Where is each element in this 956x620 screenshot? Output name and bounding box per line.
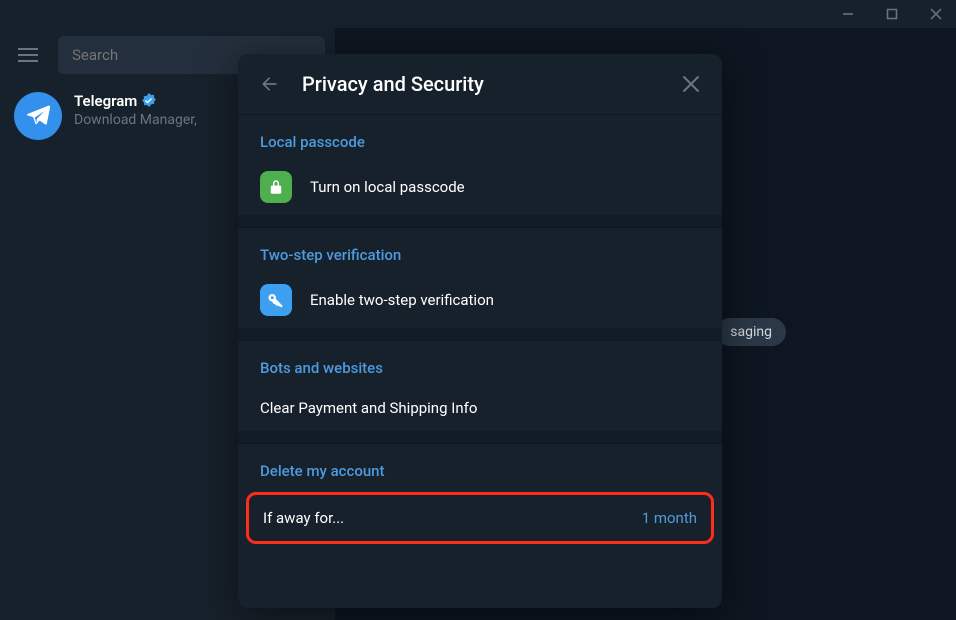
section-delete-account-header: Delete my account (238, 450, 722, 488)
key-icon (260, 284, 292, 316)
window-titlebar (0, 0, 956, 28)
section-two-step-header: Two-step verification (238, 234, 722, 272)
enable-two-step-verification[interactable]: Enable two-step verification (238, 272, 722, 328)
lock-icon (260, 171, 292, 203)
if-away-for-row[interactable]: If away for... 1 month (249, 495, 711, 541)
telegram-icon (25, 103, 51, 129)
section-local-passcode-header: Local passcode (238, 121, 722, 159)
close-button[interactable] (682, 75, 700, 93)
if-away-for-label: If away for... (263, 509, 642, 527)
turn-on-local-passcode[interactable]: Turn on local passcode (238, 159, 722, 215)
maximize-button[interactable] (880, 2, 904, 26)
verified-icon (141, 93, 157, 109)
modal-title: Privacy and Security (302, 72, 660, 96)
background-badge: saging (716, 318, 786, 346)
two-step-label: Enable two-step verification (310, 291, 700, 309)
menu-button[interactable] (10, 37, 46, 73)
back-button[interactable] (260, 74, 280, 94)
local-passcode-label: Turn on local passcode (310, 178, 700, 196)
close-window-button[interactable] (924, 2, 948, 26)
if-away-for-value: 1 month (642, 509, 697, 527)
arrow-left-icon (260, 74, 280, 94)
chat-name-label: Telegram (74, 92, 137, 110)
clear-payment-shipping-info[interactable]: Clear Payment and Shipping Info (238, 385, 722, 431)
close-icon (682, 75, 700, 93)
telegram-avatar (14, 92, 62, 140)
section-bots-header: Bots and websites (238, 347, 722, 385)
highlight-annotation: If away for... 1 month (246, 492, 714, 544)
minimize-button[interactable] (836, 2, 860, 26)
privacy-security-modal: Privacy and Security Local passcode Turn… (238, 54, 722, 608)
